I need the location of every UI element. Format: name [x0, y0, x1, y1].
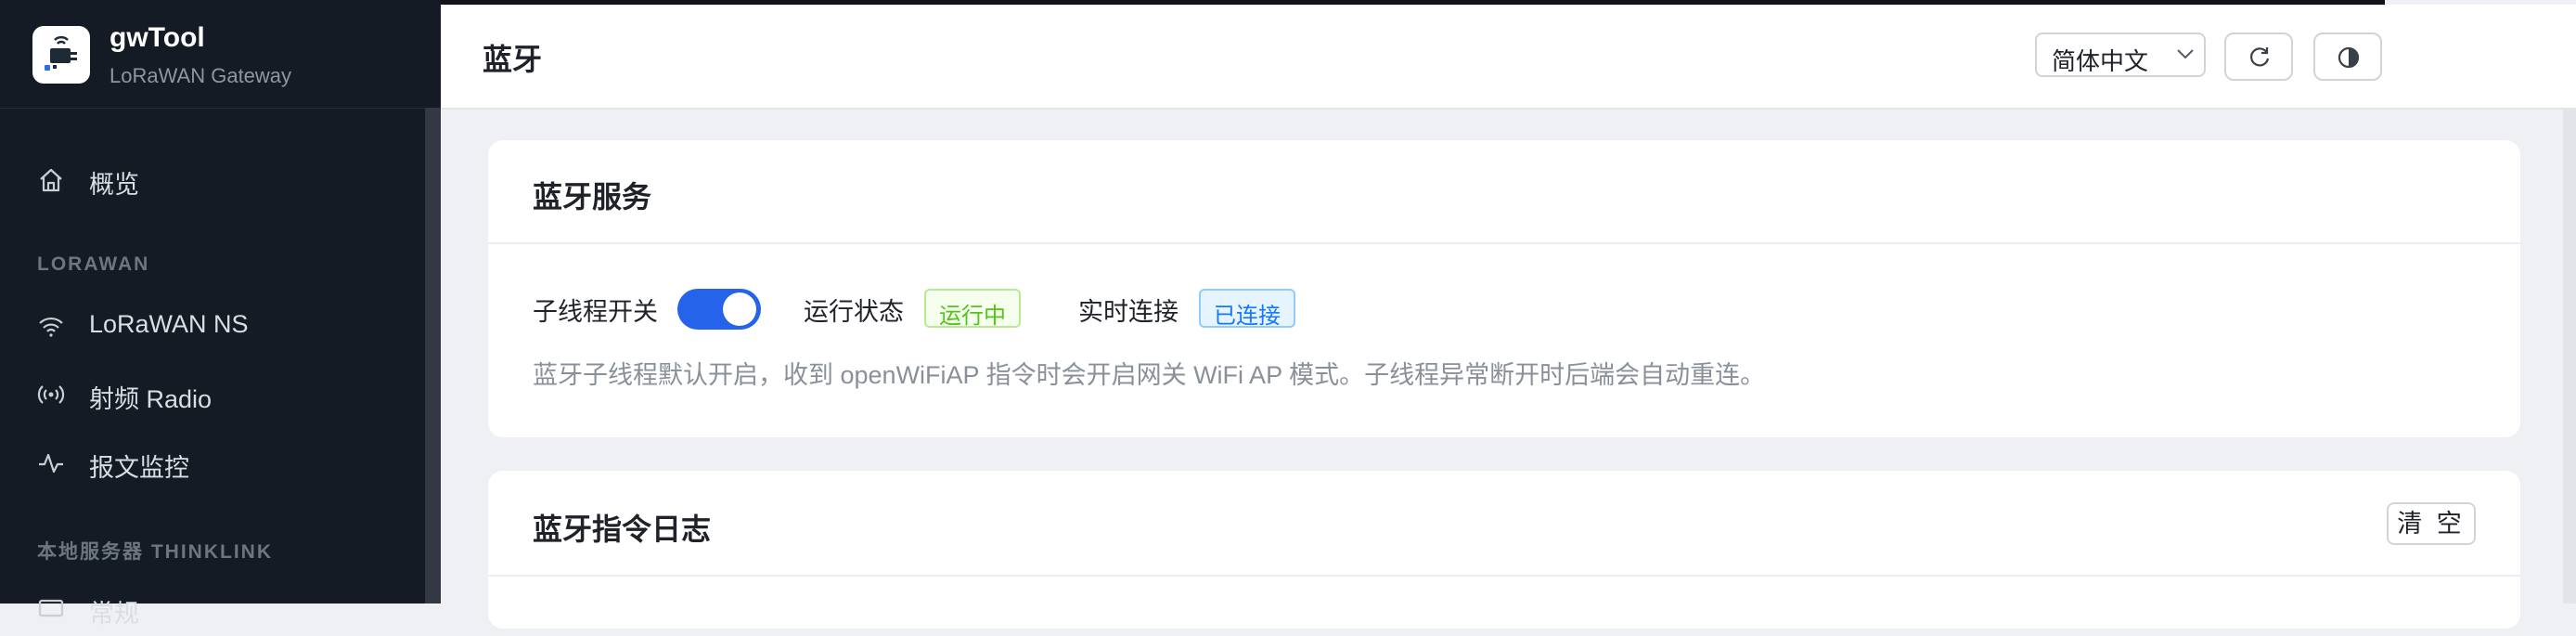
section-title-lorawan: LORAWAN [37, 253, 150, 275]
sidebar-item-label: 报文监控 [89, 454, 189, 482]
run-status-badge: 运行中 [924, 289, 1021, 329]
sidebar-scrollbar[interactable] [425, 108, 441, 604]
thread-switch-toggle[interactable] [677, 289, 761, 330]
chevron-down-icon [2177, 49, 2194, 59]
sidebar-item-general[interactable]: 常规 [0, 580, 422, 636]
contrast-icon [2338, 46, 2360, 69]
card-title: 蓝牙服务 [533, 180, 652, 214]
run-status-label: 运行状态 [804, 298, 904, 326]
page-header: 蓝牙 简体中文 [441, 5, 2576, 110]
page-title: 蓝牙 [483, 43, 543, 76]
thread-switch-label: 子线程开关 [533, 298, 658, 326]
card-title: 蓝牙指令日志 [533, 513, 712, 546]
realtime-connection-label: 实时连接 [1078, 298, 1179, 326]
realtime-connection-badge: 已连接 [1199, 289, 1295, 329]
card-divider [488, 575, 2520, 577]
home-icon [40, 168, 62, 192]
language-select-value: 简体中文 [2052, 47, 2149, 75]
service-description: 蓝牙子线程默认开启，收到 openWiFiAP 指令时会开启网关 WiFi AP… [533, 361, 1766, 389]
app-logo [32, 26, 90, 84]
sidebar-item-packet-monitor[interactable]: 报文监控 [0, 435, 422, 490]
radio-icon [37, 385, 65, 404]
wifi-icon [39, 317, 63, 337]
sidebar-item-overview[interactable]: 概览 [0, 151, 422, 207]
sidebar-item-lorawan-ns[interactable]: LoRaWAN NS [0, 297, 422, 353]
theme-toggle-button[interactable] [2313, 32, 2382, 81]
toggle-knob [723, 292, 756, 326]
sidebar-item-label: LoRaWAN NS [89, 310, 249, 338]
refresh-button[interactable] [2224, 32, 2293, 81]
monitor-icon [38, 599, 64, 617]
sidebar-item-label: 常规 [89, 600, 139, 628]
bluetooth-service-card: 蓝牙服务 子线程开关 运行状态 运行中 实时连接 已连接 蓝牙子线程默认开启，收… [488, 140, 2520, 437]
main-scrollbar[interactable] [2563, 108, 2576, 604]
activity-icon [39, 453, 63, 474]
app-subtitle: LoRaWAN Gateway [109, 64, 292, 87]
sidebar: gwTool LoRaWAN Gateway 概览 LORAWAN LoRaWA… [0, 0, 441, 628]
clear-log-button[interactable]: 清 空 [2387, 502, 2476, 545]
gateway-icon [45, 35, 77, 71]
card-divider [488, 242, 2520, 244]
brand-header: gwTool LoRaWAN Gateway [0, 0, 441, 109]
command-log-card: 蓝牙指令日志 清 空 [488, 471, 2520, 629]
sidebar-item-label: 概览 [89, 171, 139, 199]
sidebar-item-radio[interactable]: 射频 Radio [0, 366, 422, 422]
sidebar-item-label: 射频 Radio [89, 385, 213, 413]
refresh-icon [2250, 47, 2270, 67]
app-name: gwTool [109, 22, 205, 53]
language-select[interactable]: 简体中文 [2035, 32, 2206, 77]
section-title-thinklink: 本地服务器 THINKLINK [37, 541, 273, 563]
